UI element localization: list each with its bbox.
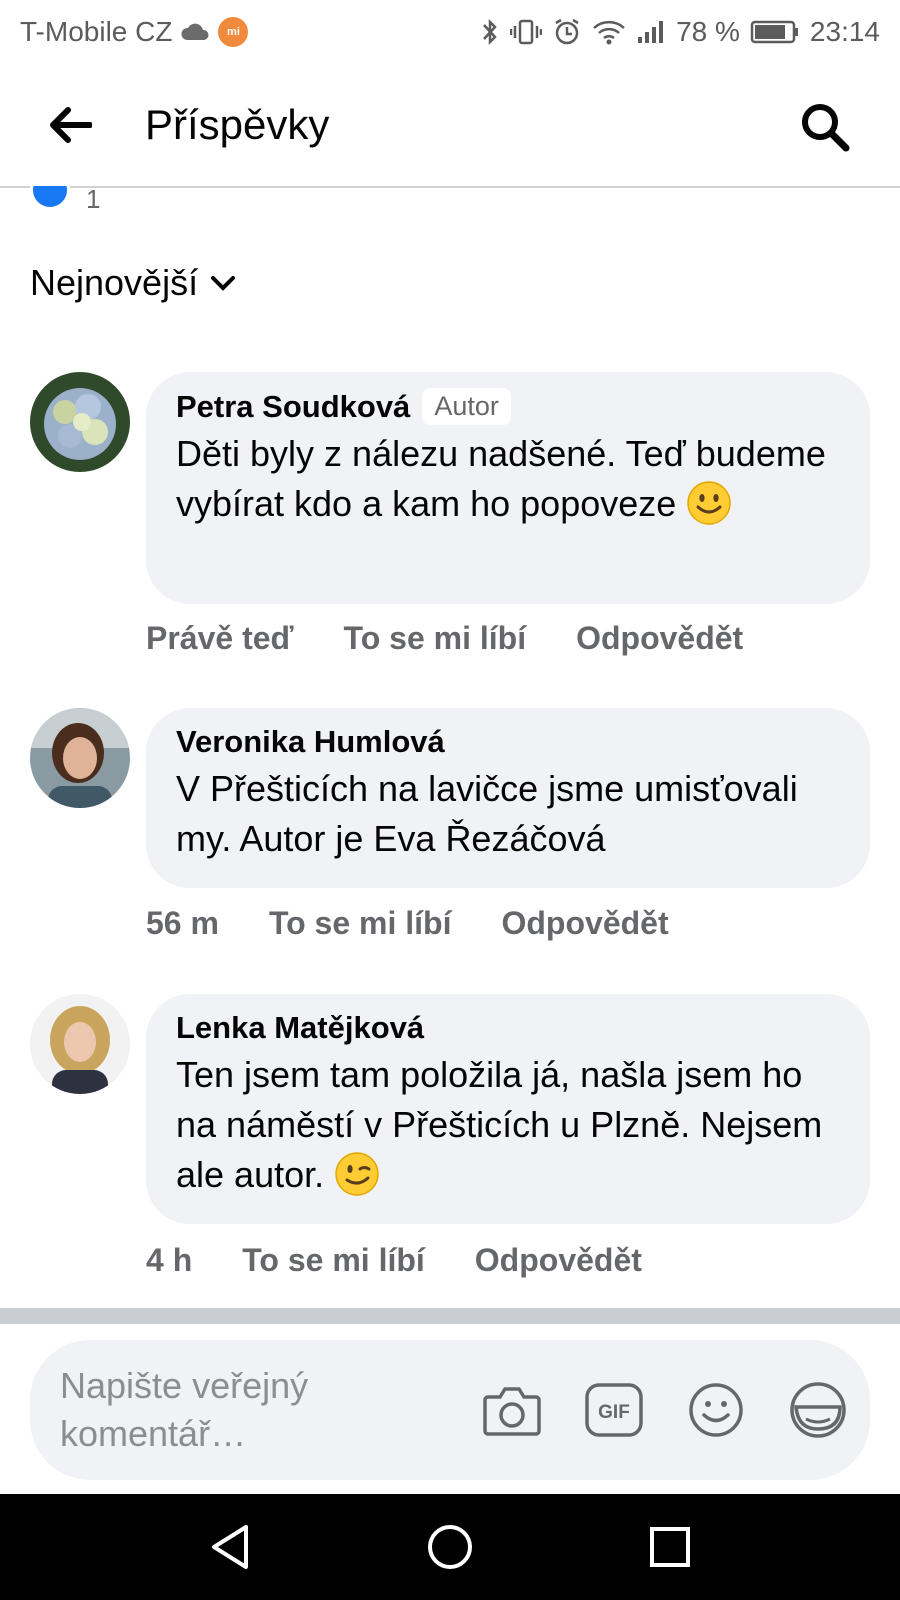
comment-time: 56 m	[146, 905, 219, 941]
reply-button[interactable]: Odpovědět	[475, 1242, 642, 1279]
comment-actions: Právě teď To se mi líbí Odpovědět	[146, 620, 743, 657]
camera-button[interactable]	[482, 1380, 542, 1440]
nav-back-button[interactable]	[200, 1517, 260, 1577]
like-button[interactable]: To se mi líbí	[344, 620, 527, 657]
sort-label: Nejnovější	[30, 262, 199, 303]
comment-text: V Přešticích na lavičce jsme umisťovali …	[176, 768, 798, 859]
clock: 23:14	[809, 16, 880, 47]
sticker-icon	[790, 1382, 846, 1438]
comment-input[interactable]: Napište veřejný komentář…	[60, 1362, 480, 1458]
system-nav-bar	[0, 1494, 900, 1600]
signal-icon	[636, 19, 666, 45]
comment-actions: 4 h To se mi líbí Odpovědět	[146, 1242, 642, 1279]
status-left: T-Mobile CZ mi	[20, 16, 249, 48]
search-icon	[802, 104, 850, 152]
back-button[interactable]	[25, 80, 115, 170]
author-name[interactable]: Lenka Matějková	[176, 1010, 424, 1046]
vibrate-icon	[510, 17, 543, 47]
nav-recents-button[interactable]	[640, 1517, 700, 1577]
section-divider	[0, 1308, 900, 1324]
app-header: Příspěvky	[0, 64, 900, 188]
author-name[interactable]: Petra Soudková	[176, 389, 410, 425]
avatar[interactable]	[30, 708, 130, 808]
nav-home-button[interactable]	[420, 1517, 480, 1577]
composer-icons: GIF	[482, 1380, 848, 1440]
bluetooth-icon	[480, 17, 500, 47]
reaction-count: 1	[86, 184, 101, 214]
slightly-smiling-face-icon	[687, 481, 732, 526]
reply-button[interactable]: Odpovědět	[576, 620, 743, 657]
search-button[interactable]	[780, 82, 870, 172]
emoji-icon	[689, 1383, 743, 1437]
comment-actions: 56 m To se mi líbí Odpovědět	[146, 905, 669, 942]
avatar[interactable]	[30, 372, 130, 472]
svg-text:GIF: GIF	[598, 1402, 630, 1423]
author-badge: Autor	[422, 388, 511, 425]
winking-face-icon	[335, 1152, 379, 1197]
sort-dropdown[interactable]: Nejnovější	[30, 262, 236, 304]
comment-composer: Napište veřejný komentář… GIF	[30, 1340, 870, 1480]
arrow-left-icon	[50, 107, 92, 143]
gif-icon: GIF	[585, 1383, 643, 1437]
like-button[interactable]: To se mi líbí	[269, 905, 452, 942]
mi-app-icon: mi	[218, 17, 249, 47]
comment-text: Děti byly z nálezu nadšené. Teď budeme v…	[176, 429, 840, 532]
cloud-icon	[180, 22, 210, 42]
page-title: Příspěvky	[145, 101, 330, 148]
wifi-icon	[592, 18, 626, 46]
battery-icon	[750, 19, 800, 45]
like-button[interactable]: To se mi líbí	[242, 1242, 425, 1279]
comment-bubble: Petra Soudková Autor Děti byly z nálezu …	[146, 372, 870, 604]
camera-icon	[483, 1387, 541, 1436]
reply-button[interactable]: Odpovědět	[501, 905, 668, 942]
chevron-down-icon	[211, 276, 236, 291]
emoji-button[interactable]	[686, 1380, 746, 1440]
gif-button[interactable]: GIF	[584, 1380, 644, 1440]
avatar[interactable]	[30, 994, 130, 1094]
like-reaction-icon	[28, 186, 72, 214]
nav-recents-icon	[650, 1527, 690, 1567]
comment-time: Právě teď	[146, 620, 294, 656]
battery-percent: 78 %	[676, 16, 740, 47]
comment-time: 4 h	[146, 1242, 193, 1278]
status-bar: T-Mobile CZ mi 78 % 23:14	[0, 0, 900, 64]
author-name[interactable]: Veronika Humlová	[176, 724, 445, 760]
comment-text: Ten jsem tam položila já, našla jsem ho …	[176, 1050, 840, 1203]
carrier-name: T-Mobile CZ	[20, 16, 173, 47]
sticker-button[interactable]	[788, 1380, 848, 1440]
nav-back-icon	[212, 1525, 248, 1569]
status-right: 78 % 23:14	[480, 16, 880, 48]
comment-bubble: Veronika Humlová V Přešticích na lavičce…	[146, 708, 870, 888]
nav-home-icon	[428, 1525, 472, 1569]
alarm-icon	[552, 17, 582, 47]
comment-bubble: Lenka Matějková Ten jsem tam položila já…	[146, 994, 870, 1224]
